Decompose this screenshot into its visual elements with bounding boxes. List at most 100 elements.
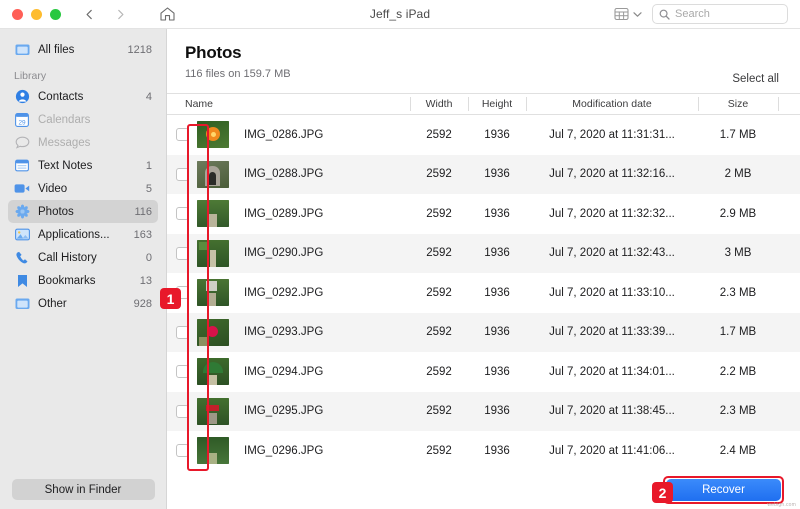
title-bar: Jeff_s iPad Search <box>0 0 800 29</box>
apps-icon <box>14 227 30 243</box>
watermark: webign.com <box>767 502 796 508</box>
table-row[interactable]: IMG_0294.JPG25921936Jul 7, 2020 at 11:34… <box>167 352 800 392</box>
sidebar-item-all-files[interactable]: All files 1218 <box>8 38 158 61</box>
cell-name: IMG_0289.JPG <box>235 208 410 220</box>
view-mode-button[interactable] <box>614 7 642 21</box>
recover-button[interactable]: Recover <box>666 479 781 501</box>
cell-name: IMG_0292.JPG <box>235 287 410 299</box>
cell-name: IMG_0288.JPG <box>235 168 410 180</box>
close-button[interactable] <box>12 9 23 20</box>
video-icon <box>14 181 30 197</box>
search-input[interactable]: Search <box>652 4 788 24</box>
sidebar-item-count: 13 <box>140 275 152 287</box>
cell-height: 1936 <box>468 247 526 259</box>
sidebar: All files 1218 Library Contacts 4 <box>0 29 167 509</box>
column-header-width[interactable]: Width <box>410 94 468 114</box>
annotation-step-2: 2 <box>652 482 673 503</box>
page-title: Photos <box>185 43 732 63</box>
cell-size: 3 MB <box>698 247 778 259</box>
sidebar-item-label: Call History <box>38 252 140 264</box>
table-row[interactable]: IMG_0288.JPG25921936Jul 7, 2020 at 11:32… <box>167 155 800 195</box>
notes-icon <box>14 158 30 174</box>
sidebar-item-count: 116 <box>134 206 152 218</box>
traffic-light-group <box>0 9 61 20</box>
table-row[interactable]: IMG_0290.JPG25921936Jul 7, 2020 at 11:32… <box>167 234 800 274</box>
bookmark-icon <box>14 273 30 289</box>
sidebar-item-label: Video <box>38 183 140 195</box>
cell-width: 2592 <box>410 366 468 378</box>
photos-icon <box>14 204 30 220</box>
recover-button-highlight: Recover <box>663 476 784 504</box>
select-all-button[interactable]: Select all <box>732 73 782 85</box>
phone-icon <box>14 250 30 266</box>
cell-width: 2592 <box>410 208 468 220</box>
cell-date: Jul 7, 2020 at 11:34:01... <box>526 366 698 378</box>
sidebar-item-count: 163 <box>134 229 152 241</box>
sidebar-item-text-notes[interactable]: Text Notes 1 <box>8 154 158 177</box>
navigation-buttons <box>83 8 127 21</box>
sidebar-item-video[interactable]: Video 5 <box>8 177 158 200</box>
cell-date: Jul 7, 2020 at 11:33:39... <box>526 326 698 338</box>
sidebar-item-bookmarks[interactable]: Bookmarks 13 <box>8 269 158 292</box>
page-subtitle: 116 files on 159.7 MB <box>185 68 732 80</box>
sidebar-item-label: Other <box>38 298 128 310</box>
cell-height: 1936 <box>468 287 526 299</box>
main-panel: Photos 116 files on 159.7 MB Select all … <box>167 29 800 509</box>
cell-size: 1.7 MB <box>698 129 778 141</box>
cell-width: 2592 <box>410 247 468 259</box>
cell-date: Jul 7, 2020 at 11:32:16... <box>526 168 698 180</box>
sidebar-item-photos[interactable]: Photos 116 <box>8 200 158 223</box>
table-row[interactable]: IMG_0296.JPG25921936Jul 7, 2020 at 11:41… <box>167 431 800 470</box>
sidebar-item-applications[interactable]: Applications... 163 <box>8 223 158 246</box>
table-row[interactable]: IMG_0289.JPG25921936Jul 7, 2020 at 11:32… <box>167 194 800 234</box>
back-chevron-icon[interactable] <box>83 8 96 21</box>
sidebar-item-calendars[interactable]: 29 Calendars <box>8 108 158 131</box>
table-row[interactable]: IMG_0292.JPG25921936Jul 7, 2020 at 11:33… <box>167 273 800 313</box>
cell-height: 1936 <box>468 445 526 457</box>
cell-size: 2.3 MB <box>698 405 778 417</box>
sidebar-item-contacts[interactable]: Contacts 4 <box>8 85 158 108</box>
cell-size: 2 MB <box>698 168 778 180</box>
sidebar-item-count: 928 <box>134 298 152 310</box>
cell-name: IMG_0296.JPG <box>235 445 410 457</box>
sidebar-item-count: 1 <box>146 160 152 172</box>
table-header: Name Width Height Modification date Size <box>167 93 800 115</box>
column-header-name[interactable]: Name <box>167 94 410 114</box>
minimize-button[interactable] <box>31 9 42 20</box>
svg-text:29: 29 <box>18 119 26 126</box>
cell-name: IMG_0295.JPG <box>235 405 410 417</box>
column-header-date[interactable]: Modification date <box>526 94 698 114</box>
sidebar-item-messages[interactable]: Messages <box>8 131 158 154</box>
contacts-icon <box>14 89 30 105</box>
show-in-finder-button[interactable]: Show in Finder <box>12 479 155 500</box>
table-row[interactable]: IMG_0286.JPG25921936Jul 7, 2020 at 11:31… <box>167 115 800 155</box>
sidebar-item-label: Text Notes <box>38 160 140 172</box>
table-row[interactable]: IMG_0293.JPG25921936Jul 7, 2020 at 11:33… <box>167 313 800 353</box>
cell-width: 2592 <box>410 445 468 457</box>
sidebar-footer: Show in Finder <box>0 470 166 509</box>
sidebar-item-call-history[interactable]: Call History 0 <box>8 246 158 269</box>
cell-height: 1936 <box>468 208 526 220</box>
home-icon[interactable] <box>159 6 176 22</box>
sidebar-item-other[interactable]: Other 928 <box>8 292 158 315</box>
cell-height: 1936 <box>468 405 526 417</box>
column-header-height[interactable]: Height <box>468 94 526 114</box>
cell-name: IMG_0286.JPG <box>235 129 410 141</box>
zoom-button[interactable] <box>50 9 61 20</box>
sidebar-item-label: Contacts <box>38 91 140 103</box>
sidebar-item-count: 4 <box>146 91 152 103</box>
column-header-size[interactable]: Size <box>698 94 778 114</box>
sidebar-item-count: 5 <box>146 183 152 195</box>
table-row[interactable]: IMG_0295.JPG25921936Jul 7, 2020 at 11:38… <box>167 392 800 432</box>
toolbar-right: Search <box>614 4 800 24</box>
forward-chevron-icon[interactable] <box>114 8 127 21</box>
checkbox-column-highlight <box>187 124 209 471</box>
cell-date: Jul 7, 2020 at 11:33:10... <box>526 287 698 299</box>
cell-date: Jul 7, 2020 at 11:41:06... <box>526 445 698 457</box>
sidebar-item-label: Applications... <box>38 229 128 241</box>
sidebar-item-label: Calendars <box>38 114 146 126</box>
main-header: Photos 116 files on 159.7 MB Select all <box>167 29 800 93</box>
app-window: Jeff_s iPad Search <box>0 0 800 509</box>
cell-width: 2592 <box>410 326 468 338</box>
sidebar-item-label: Photos <box>38 206 128 218</box>
